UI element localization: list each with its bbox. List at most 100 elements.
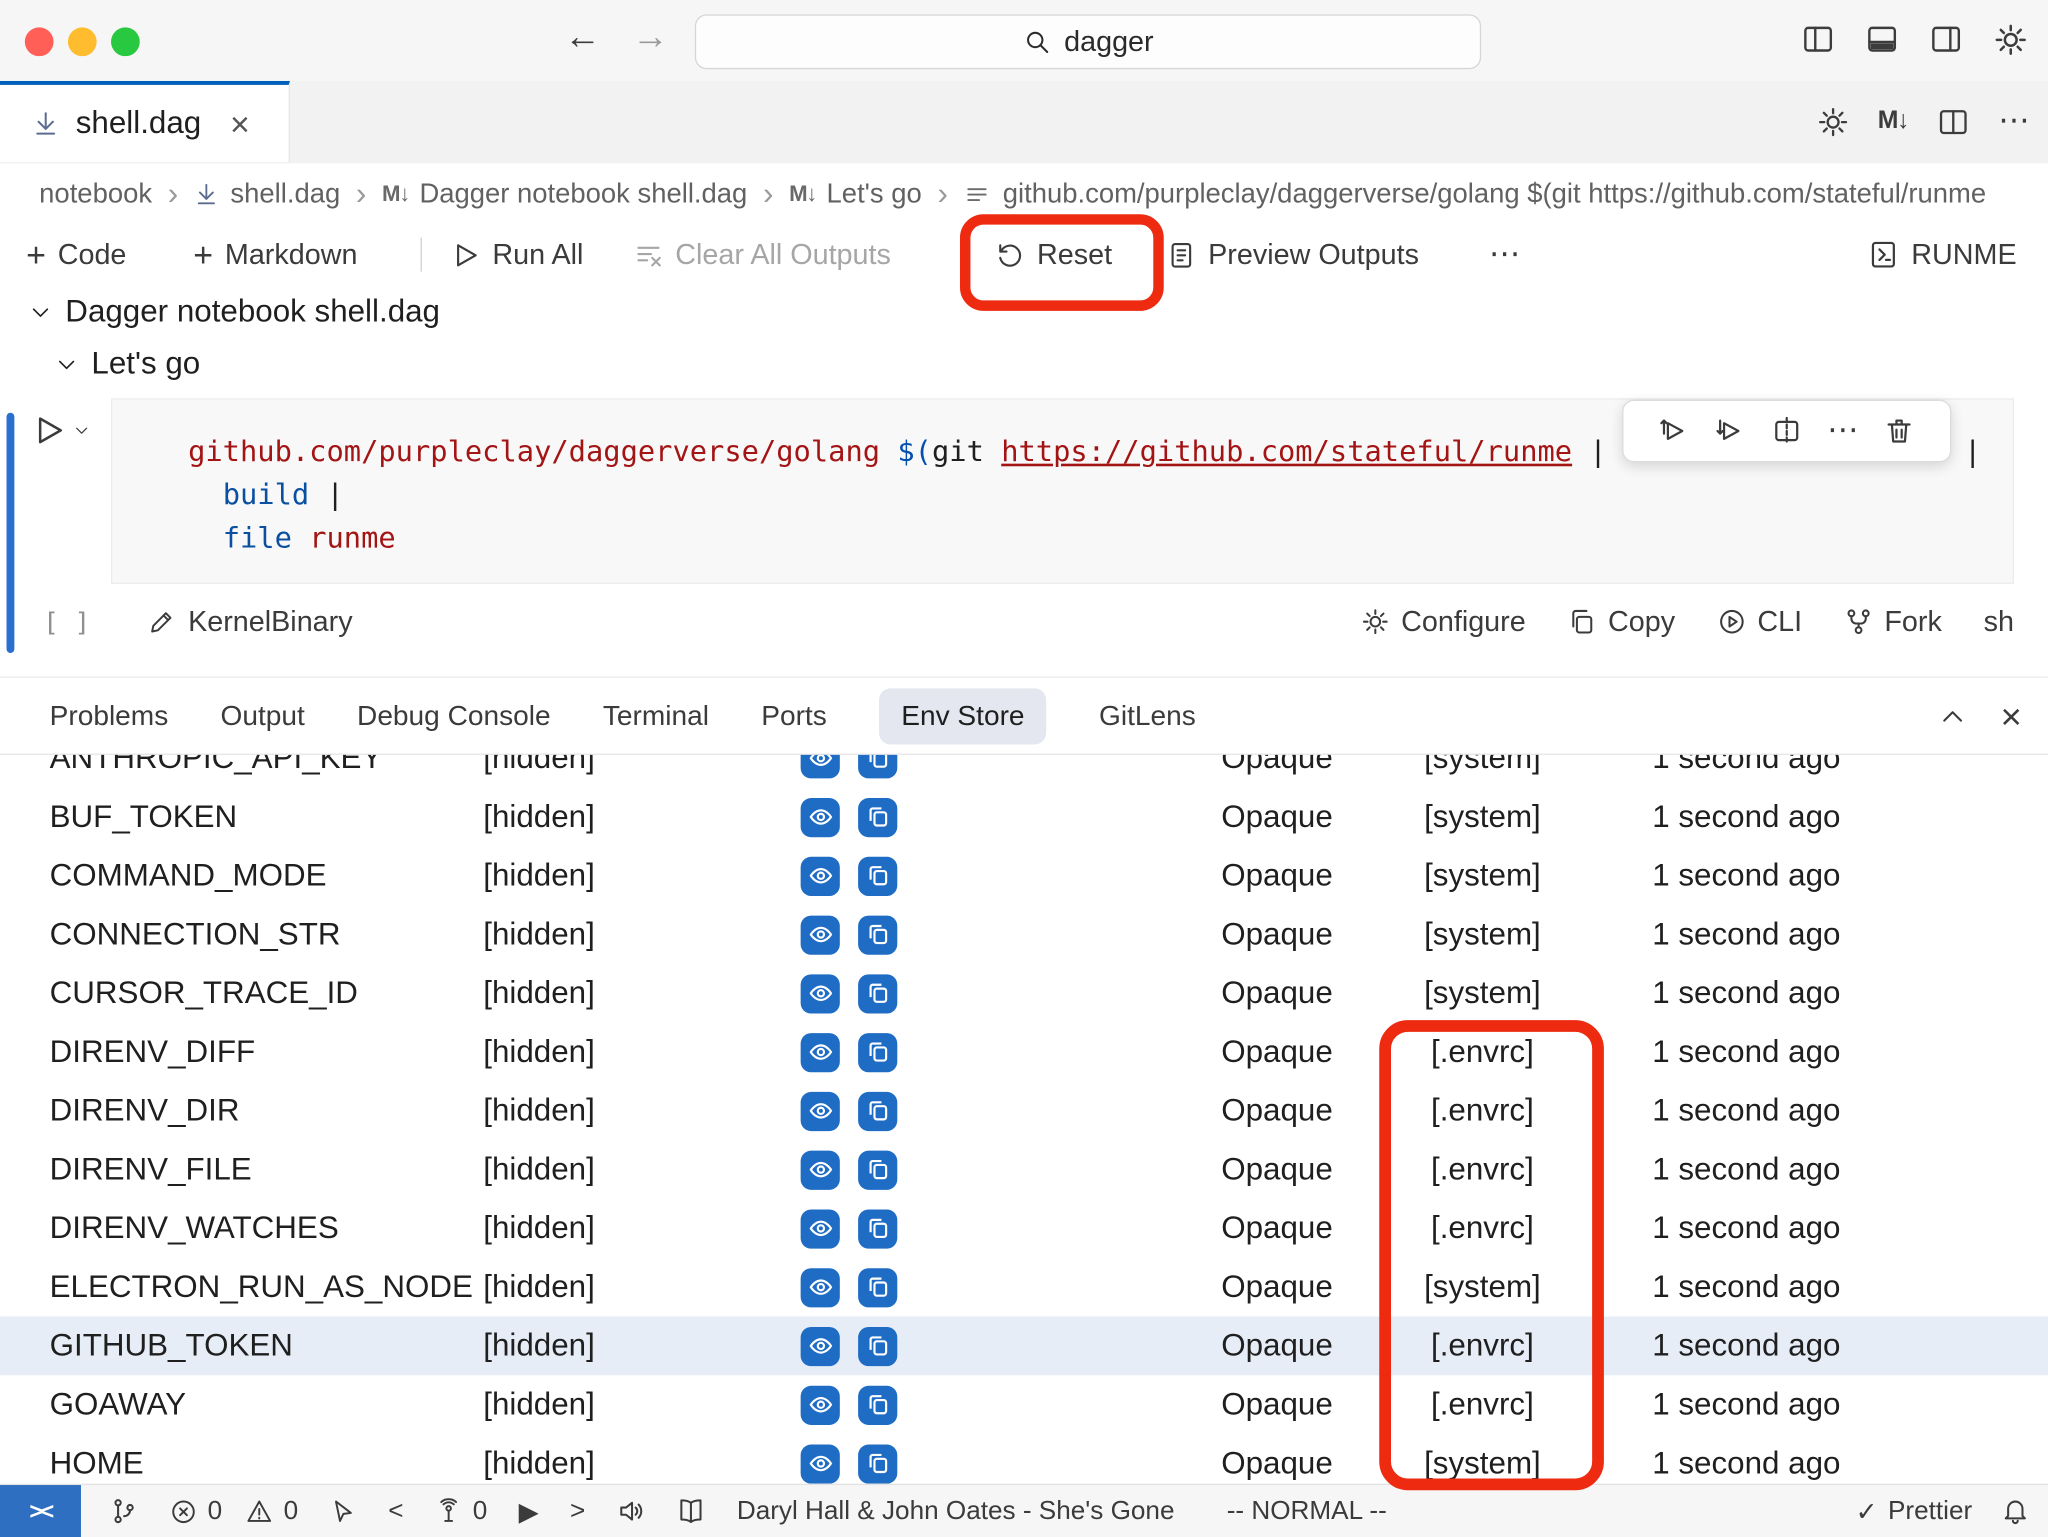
remote-indicator[interactable]: >< <box>0 1485 81 1537</box>
reset-button[interactable]: Reset <box>995 225 1112 285</box>
forward-icon[interactable]: → <box>632 16 669 58</box>
reader-icon[interactable] <box>677 1497 706 1526</box>
back-icon[interactable]: ← <box>564 16 601 58</box>
next-track-icon[interactable]: > <box>570 1496 585 1526</box>
split-cell-icon[interactable] <box>1771 415 1802 446</box>
reveal-value-button[interactable] <box>801 1091 840 1130</box>
panel-tab-env-store[interactable]: Env Store <box>879 688 1047 744</box>
breadcrumb-item-notebook-title[interactable]: M↓ Dagger notebook shell.dag <box>382 178 747 209</box>
copy-value-button[interactable] <box>858 1150 897 1189</box>
copy-value-button[interactable] <box>858 1326 897 1365</box>
add-markdown-cell-button[interactable]: + Markdown <box>193 225 357 285</box>
prev-track-icon[interactable]: < <box>388 1496 403 1526</box>
table-row[interactable]: DIRENV_DIFF [hidden] Opaque [.envrc] 1 s… <box>0 1023 2048 1082</box>
reveal-value-button[interactable] <box>801 1032 840 1071</box>
copy-value-button[interactable] <box>858 1032 897 1071</box>
table-row[interactable]: ANTHROPIC_API_KEY [hidden] Opaque [syste… <box>0 755 2048 788</box>
notebook-heading-2[interactable]: Let's go <box>0 337 200 392</box>
reveal-value-button[interactable] <box>801 797 840 836</box>
breadcrumb-item-file[interactable]: shell.dag <box>194 178 340 209</box>
runme-button[interactable]: RUNME <box>1868 225 2016 285</box>
reveal-value-button[interactable] <box>801 1268 840 1307</box>
chevron-down-icon[interactable] <box>73 422 90 439</box>
settings-gear-icon[interactable] <box>1990 20 2029 59</box>
run-all-button[interactable]: Run All <box>451 225 584 285</box>
table-row[interactable]: CONNECTION_STR [hidden] Opaque [system] … <box>0 905 2048 964</box>
editor-more-actions-icon[interactable]: ⋯ <box>1998 106 2029 137</box>
table-row[interactable]: DIRENV_DIR [hidden] Opaque [.envrc] 1 se… <box>0 1081 2048 1140</box>
reveal-value-button[interactable] <box>801 1385 840 1424</box>
notifications-bell-icon[interactable] <box>2001 1497 2030 1526</box>
cell-more-actions-icon[interactable]: ⋯ <box>1827 415 1858 446</box>
delete-cell-icon[interactable] <box>1883 415 1914 446</box>
table-row[interactable]: DIRENV_FILE [hidden] Opaque [.envrc] 1 s… <box>0 1140 2048 1199</box>
chevron-down-icon[interactable] <box>29 300 53 324</box>
reveal-value-button[interactable] <box>801 856 840 895</box>
code-link[interactable]: https://github.com/stateful/runme <box>1001 436 1572 469</box>
copy-value-button[interactable] <box>858 1385 897 1424</box>
reveal-value-button[interactable] <box>801 1209 840 1248</box>
execute-above-icon[interactable] <box>1659 415 1690 446</box>
panel-tab-terminal[interactable]: Terminal <box>603 699 709 732</box>
copy-value-button[interactable] <box>858 1091 897 1130</box>
add-code-cell-button[interactable]: + Code <box>26 225 126 285</box>
table-row[interactable]: BUF_TOKEN [hidden] Opaque [system] 1 sec… <box>0 788 2048 847</box>
preview-outputs-button[interactable]: Preview Outputs <box>1166 225 1419 285</box>
breadcrumb-item-section[interactable]: M↓ Let's go <box>789 178 922 209</box>
breadcrumb-item-notebook[interactable]: notebook <box>39 178 152 209</box>
volume-icon[interactable] <box>617 1497 646 1526</box>
split-editor-icon[interactable] <box>1937 105 1970 138</box>
reveal-value-button[interactable] <box>801 755 840 778</box>
copy-value-button[interactable] <box>858 755 897 778</box>
prettier-status[interactable]: ✓ Prettier <box>1856 1495 1973 1528</box>
toggle-panel-icon[interactable] <box>1862 20 1901 59</box>
minimize-window-button[interactable] <box>68 27 97 56</box>
configure-button[interactable]: Configure <box>1361 605 1526 639</box>
table-row[interactable]: GOAWAY [hidden] Opaque [.envrc] 1 second… <box>0 1375 2048 1434</box>
copy-value-button[interactable] <box>858 915 897 954</box>
copy-value-button[interactable] <box>858 1444 897 1483</box>
panel-tab-problems[interactable]: Problems <box>50 699 169 732</box>
run-cell-button[interactable] <box>31 413 90 448</box>
table-row[interactable]: COMMAND_MODE [hidden] Opaque [system] 1 … <box>0 846 2048 905</box>
copy-button[interactable]: Copy <box>1568 605 1676 639</box>
table-row[interactable]: GITHUB_TOKEN [hidden] Opaque [.envrc] 1 … <box>0 1317 2048 1376</box>
toggle-sidebar-icon[interactable] <box>1798 20 1837 59</box>
reveal-value-button[interactable] <box>801 915 840 954</box>
toolbar-more-actions-icon[interactable]: ⋯ <box>1489 225 1520 285</box>
chevron-down-icon[interactable] <box>55 353 79 377</box>
table-row[interactable]: ELECTRON_RUN_AS_NODE [hidden] Opaque [sy… <box>0 1258 2048 1317</box>
close-window-button[interactable] <box>25 27 54 56</box>
cursor-position-icon[interactable] <box>329 1497 356 1524</box>
breadcrumb-item-code[interactable]: github.com/purpleclay/daggerverse/golang… <box>1003 178 2048 209</box>
notebook-heading-1[interactable]: Dagger notebook shell.dag <box>0 285 440 340</box>
panel-tab-output[interactable]: Output <box>220 699 304 732</box>
copy-value-button[interactable] <box>858 1209 897 1248</box>
close-tab-icon[interactable]: × <box>230 106 250 140</box>
fork-button[interactable]: Fork <box>1844 605 1942 639</box>
table-row[interactable]: HOME [hidden] Opaque [system] 1 second a… <box>0 1434 2048 1484</box>
copy-value-button[interactable] <box>858 797 897 836</box>
source-control-icon[interactable] <box>110 1497 139 1526</box>
reveal-value-button[interactable] <box>801 974 840 1013</box>
panel-maximize-icon[interactable] <box>1938 703 1967 732</box>
maximize-window-button[interactable] <box>111 27 140 56</box>
table-row[interactable]: CURSOR_TRACE_ID [hidden] Opaque [system]… <box>0 964 2048 1023</box>
reveal-value-button[interactable] <box>801 1326 840 1365</box>
tab-shell-dag[interactable]: shell.dag × <box>0 81 290 162</box>
toggle-secondary-sidebar-icon[interactable] <box>1926 20 1965 59</box>
cli-button[interactable]: CLI <box>1717 605 1802 639</box>
vim-mode-indicator[interactable]: -- NORMAL -- <box>1227 1496 1387 1526</box>
copy-value-button[interactable] <box>858 1268 897 1307</box>
copy-value-button[interactable] <box>858 856 897 895</box>
table-row[interactable]: DIRENV_WATCHES [hidden] Opaque [.envrc] … <box>0 1199 2048 1258</box>
copy-value-button[interactable] <box>858 974 897 1013</box>
reveal-value-button[interactable] <box>801 1444 840 1483</box>
problems-status[interactable]: 0 0 <box>170 1496 298 1526</box>
cell-language-label[interactable]: sh <box>1984 605 2014 639</box>
panel-close-icon[interactable]: × <box>2000 699 2021 736</box>
notebook-settings-gear-icon[interactable] <box>1816 105 1849 138</box>
panel-tab-gitlens[interactable]: GitLens <box>1099 699 1196 732</box>
markdown-export-icon[interactable]: M↓ <box>1878 107 1908 136</box>
panel-tab-ports[interactable]: Ports <box>761 699 827 732</box>
